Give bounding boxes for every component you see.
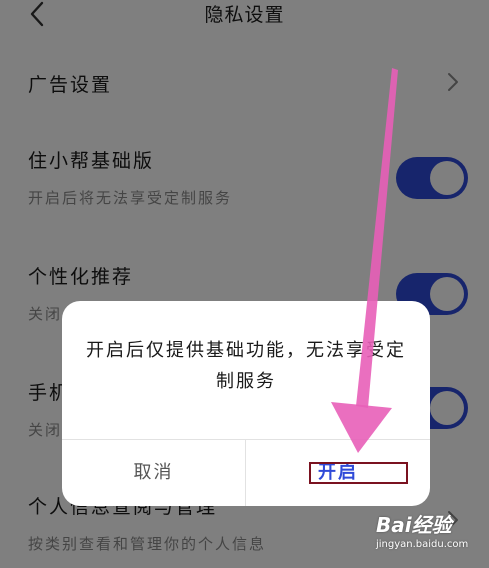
watermark-url: jingyan.baidu.com [376, 539, 469, 550]
annotation-arrow-icon [331, 68, 398, 453]
watermark-logo: Bai经验 [376, 513, 452, 537]
baidu-jingyan-watermark: Bai经验 jingyan.baidu.com [376, 509, 486, 565]
